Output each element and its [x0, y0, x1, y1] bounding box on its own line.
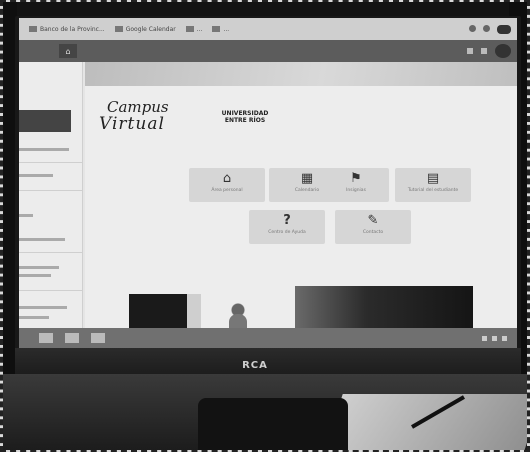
profile-avatar[interactable]: [497, 24, 511, 34]
tray-icon[interactable]: [502, 335, 507, 341]
messages-icon[interactable]: [481, 48, 487, 54]
system-tray: [482, 335, 507, 341]
bookmark-label: Banco de la Provinc...: [40, 25, 105, 33]
tile-tutorial[interactable]: ▤ Tutorial del estudiante: [395, 168, 471, 202]
bookmark-label: ...: [223, 25, 230, 33]
scene-top: [3, 2, 527, 16]
tile-label: Centro de Ayuda: [268, 230, 306, 235]
tile-label: Área personal: [211, 188, 243, 193]
tile-personal-area[interactable]: ⌂ Área personal: [189, 168, 265, 202]
sidebar-divider: [19, 162, 83, 163]
sidebar-item[interactable]: [19, 274, 51, 277]
tray-icon[interactable]: [482, 335, 487, 341]
photo: Banco de la Provinc... Google Calendar .…: [0, 0, 530, 452]
sidebar-item[interactable]: [19, 174, 53, 177]
app-header: ⌂: [19, 40, 517, 62]
institution-logo: UNIVERSIDAD ENTRE RÍOS: [207, 110, 283, 131]
campus-virtual-logo[interactable]: Campus Virtual: [99, 98, 189, 150]
os-taskbar: [19, 328, 517, 348]
taskbar-app[interactable]: [39, 333, 53, 343]
sidebar-item[interactable]: [19, 214, 33, 217]
main-content: Campus Virtual UNIVERSIDAD ENTRE RÍOS ⌂ …: [85, 62, 517, 342]
tile-help-center[interactable]: ? Centro de Ayuda: [249, 210, 325, 244]
user-avatar[interactable]: [495, 44, 511, 58]
edit-icon: ✎: [367, 213, 379, 228]
sidebar-divider: [19, 290, 83, 291]
bookmark-calendar[interactable]: Google Calendar: [114, 25, 176, 33]
tile-badges[interactable]: ⚑ Insignias: [323, 168, 389, 202]
tile-label: Insignias: [346, 188, 366, 193]
bookmark-label: Google Calendar: [125, 25, 176, 33]
help-icon: ?: [283, 213, 291, 228]
notifications-icon[interactable]: [467, 48, 473, 54]
bookmarks-bar: Banco de la Provinc... Google Calendar .…: [19, 18, 517, 40]
monitor-stand: [198, 398, 348, 450]
home-icon: ⌂: [222, 171, 232, 186]
desk-paper: [323, 394, 527, 450]
taskbar-app[interactable]: [91, 333, 105, 343]
book-icon: ▤: [426, 171, 440, 186]
hero-banner: [85, 62, 517, 86]
institution-line-1: UNIVERSIDAD: [221, 110, 269, 117]
sidebar-divider: [19, 252, 83, 253]
institution-line-2: ENTRE RÍOS: [224, 117, 266, 124]
browser-extensions: [469, 24, 511, 34]
bookmark-icon: ⚑: [350, 171, 362, 186]
bookmark-icon: [185, 26, 194, 32]
bookmark-4[interactable]: ...: [212, 26, 229, 33]
bookmark-3[interactable]: ...: [185, 25, 203, 33]
logo-line-2: Virtual: [99, 114, 165, 134]
home-icon: ⌂: [65, 46, 71, 56]
sidebar-item[interactable]: [19, 266, 59, 269]
extension-icon[interactable]: [483, 24, 490, 32]
bookmark-icon: [114, 26, 123, 32]
taskbar-app[interactable]: [65, 333, 79, 343]
sidebar: [19, 62, 83, 332]
sidebar-item[interactable]: [19, 306, 67, 309]
header-right: [467, 44, 511, 58]
bookmark-label: ...: [196, 25, 203, 33]
bookmark-icon: [29, 26, 37, 32]
bookmark-icon: [212, 26, 221, 32]
tile-label: Tutorial del estudiante: [407, 188, 459, 193]
sidebar-item[interactable]: [19, 148, 69, 151]
bookmark-bank[interactable]: Banco de la Provinc...: [29, 26, 105, 33]
sidebar-item-active[interactable]: [19, 110, 71, 132]
sidebar-item[interactable]: [19, 316, 49, 319]
tile-label: Contacto: [362, 230, 384, 235]
sidebar-item[interactable]: [19, 238, 65, 241]
home-button[interactable]: ⌂: [59, 44, 77, 58]
tray-icon[interactable]: [492, 335, 497, 341]
tile-contact[interactable]: ✎ Contacto: [335, 210, 411, 244]
sidebar-divider: [19, 190, 83, 191]
monitor-screen: Banco de la Provinc... Google Calendar .…: [19, 18, 517, 348]
extension-icon[interactable]: [469, 24, 476, 32]
monitor-brand: RCA: [242, 360, 268, 371]
